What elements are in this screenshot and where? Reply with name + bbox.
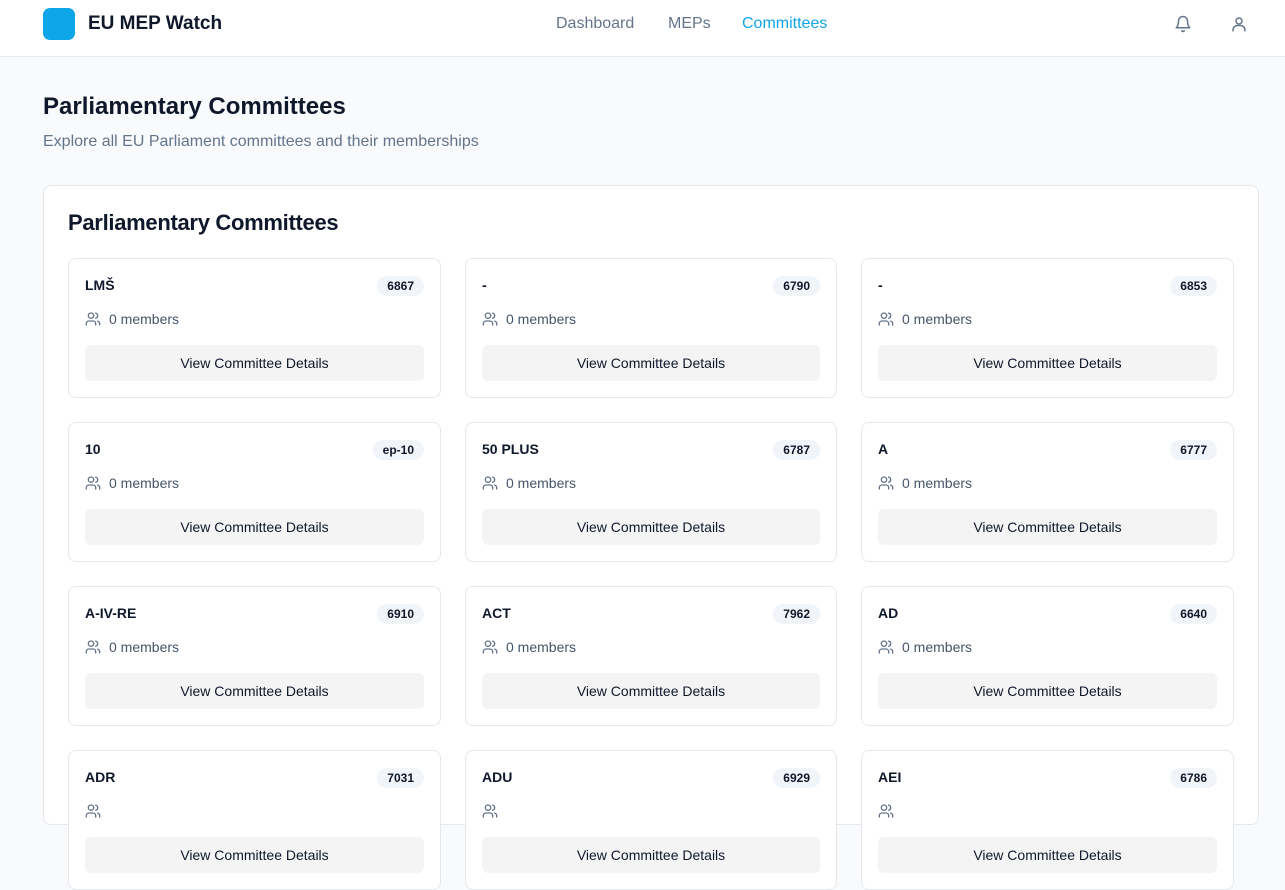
view-committee-details-button[interactable]: View Committee Details bbox=[85, 509, 424, 545]
users-icon bbox=[878, 476, 894, 490]
committee-name: - bbox=[878, 277, 883, 293]
committee-id-badge: 6853 bbox=[1170, 276, 1217, 296]
main-nav: Dashboard MEPs Committees bbox=[0, 0, 1285, 56]
committee-members-count: 0 members bbox=[506, 311, 577, 327]
committee-members: 0 members bbox=[85, 475, 179, 491]
users-icon bbox=[482, 804, 498, 818]
committee-members: 0 members bbox=[482, 311, 576, 327]
committee-card: - 6790 0 members View Committee Details bbox=[465, 258, 837, 398]
committee-card: ACT 7962 0 members View Committee Detail… bbox=[465, 586, 837, 726]
panel-title: Parliamentary Committees bbox=[68, 210, 339, 235]
committee-id-badge: 6790 bbox=[773, 276, 820, 296]
view-committee-details-button[interactable]: View Committee Details bbox=[482, 837, 820, 873]
committee-members: 0 members bbox=[85, 311, 179, 327]
committee-name: - bbox=[482, 277, 487, 293]
committee-name: A-IV-RE bbox=[85, 605, 137, 621]
users-icon bbox=[85, 476, 101, 490]
committee-grid: LMŠ 6867 0 members View Committee Detail… bbox=[68, 258, 1234, 890]
committee-members: 0 members bbox=[878, 475, 972, 491]
committee-name: ACT bbox=[482, 605, 511, 621]
committee-members-count: 0 members bbox=[109, 311, 180, 327]
committee-id-badge: 6787 bbox=[773, 440, 820, 460]
committee-members-count: 0 members bbox=[109, 475, 180, 491]
view-committee-details-button[interactable]: View Committee Details bbox=[878, 673, 1217, 709]
committee-card: AD 6640 0 members View Committee Details bbox=[861, 586, 1234, 726]
committee-members bbox=[85, 803, 109, 819]
view-committee-details-button[interactable]: View Committee Details bbox=[85, 837, 424, 873]
users-icon bbox=[85, 312, 101, 326]
committee-members: 0 members bbox=[878, 639, 972, 655]
page-subtitle: Explore all EU Parliament committees and… bbox=[43, 133, 479, 150]
view-committee-details-button[interactable]: View Committee Details bbox=[482, 509, 820, 545]
view-committee-details-button[interactable]: View Committee Details bbox=[482, 673, 820, 709]
committee-name: A bbox=[878, 441, 889, 457]
nav-committees-link[interactable]: Committees bbox=[742, 15, 827, 33]
committee-members: 0 members bbox=[482, 639, 576, 655]
users-icon bbox=[878, 804, 894, 818]
committee-id-badge: 6910 bbox=[377, 604, 424, 624]
committee-members-count: 0 members bbox=[506, 639, 577, 655]
committee-name: LMŠ bbox=[85, 277, 115, 293]
committee-members-count: 0 members bbox=[902, 311, 973, 327]
committee-members: 0 members bbox=[482, 475, 576, 491]
committee-card: 10 ep-10 0 members View Committee Detail… bbox=[68, 422, 441, 562]
user-icon[interactable] bbox=[1230, 15, 1248, 33]
committee-id-badge: 6786 bbox=[1170, 768, 1217, 788]
committee-members bbox=[878, 803, 902, 819]
committee-members-count: 0 members bbox=[902, 475, 973, 491]
committee-members-count: 0 members bbox=[506, 475, 577, 491]
committee-id-badge: 7962 bbox=[773, 604, 820, 624]
committee-id-badge: 6867 bbox=[377, 276, 424, 296]
view-committee-details-button[interactable]: View Committee Details bbox=[878, 509, 1217, 545]
committee-card: AEI 6786 View Committee Details bbox=[861, 750, 1234, 890]
view-committee-details-button[interactable]: View Committee Details bbox=[482, 345, 820, 381]
users-icon bbox=[482, 312, 498, 326]
committee-id-badge: 6929 bbox=[773, 768, 820, 788]
committee-card: 50 PLUS 6787 0 members View Committee De… bbox=[465, 422, 837, 562]
users-icon bbox=[482, 476, 498, 490]
committee-name: AD bbox=[878, 605, 899, 621]
committee-card: LMŠ 6867 0 members View Committee Detail… bbox=[68, 258, 441, 398]
users-icon bbox=[878, 312, 894, 326]
nav-meps-link[interactable]: MEPs bbox=[668, 15, 711, 33]
committee-name: AEI bbox=[878, 769, 902, 785]
committee-card: A 6777 0 members View Committee Details bbox=[861, 422, 1234, 562]
users-icon bbox=[85, 640, 101, 654]
view-committee-details-button[interactable]: View Committee Details bbox=[878, 837, 1217, 873]
committee-name: 50 PLUS bbox=[482, 441, 539, 457]
view-committee-details-button[interactable]: View Committee Details bbox=[878, 345, 1217, 381]
committee-name: ADR bbox=[85, 769, 116, 785]
committee-id-badge: 7031 bbox=[377, 768, 424, 788]
page-title: Parliamentary Committees bbox=[43, 93, 346, 120]
committees-panel: Parliamentary Committees LMŠ 6867 0 memb… bbox=[43, 185, 1259, 890]
committee-members-count: 0 members bbox=[109, 639, 180, 655]
committee-card: ADU 6929 View Committee Details bbox=[465, 750, 837, 890]
committee-members-count: 0 members bbox=[902, 639, 973, 655]
committee-id-badge: ep-10 bbox=[372, 440, 424, 460]
committee-members bbox=[482, 803, 506, 819]
committee-name: ADU bbox=[482, 769, 513, 785]
view-committee-details-button[interactable]: View Committee Details bbox=[85, 673, 424, 709]
users-icon bbox=[85, 804, 101, 818]
top-header: EU MEP Watch Dashboard MEPs Committees bbox=[0, 0, 1285, 57]
view-committee-details-button[interactable]: View Committee Details bbox=[85, 345, 424, 381]
committee-card: A-IV-RE 6910 0 members View Committee De… bbox=[68, 586, 441, 726]
committee-card: ADR 7031 View Committee Details bbox=[68, 750, 441, 890]
bell-icon[interactable] bbox=[1174, 15, 1192, 33]
committee-members: 0 members bbox=[85, 639, 179, 655]
committee-card: - 6853 0 members View Committee Details bbox=[861, 258, 1234, 398]
committee-id-badge: 6640 bbox=[1170, 604, 1217, 624]
committee-id-badge: 6777 bbox=[1170, 440, 1217, 460]
users-icon bbox=[482, 640, 498, 654]
committee-name: 10 bbox=[85, 441, 101, 457]
nav-dashboard-link[interactable]: Dashboard bbox=[556, 15, 634, 33]
users-icon bbox=[878, 640, 894, 654]
committee-members: 0 members bbox=[878, 311, 972, 327]
